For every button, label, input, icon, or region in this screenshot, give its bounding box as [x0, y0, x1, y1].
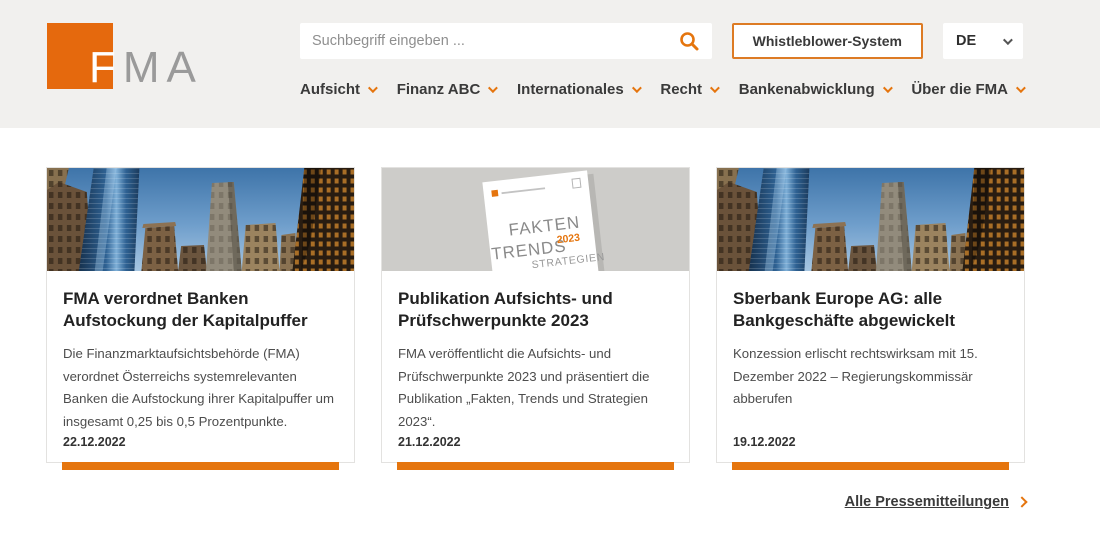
chevron-down-icon — [883, 83, 893, 93]
nav-item-finanz-abc[interactable]: Finanz ABC — [397, 81, 496, 98]
language-selector[interactable]: DE — [943, 23, 1023, 59]
card-teaser-text: Konzession erlischt rechtswirksam mit 15… — [733, 343, 1008, 411]
all-press-releases-link[interactable]: Alle Pressemitteilungen — [845, 494, 1026, 510]
city-buildings-image — [717, 168, 1024, 271]
news-card[interactable]: Sberbank Europe AG: alle Bankgeschäfte a… — [716, 167, 1025, 463]
search-input[interactable] — [312, 33, 678, 49]
nav-item-ueber-die-fma[interactable]: Über die FMA — [911, 81, 1023, 98]
news-cards: FMA verordnet Banken Aufstockung der Kap… — [46, 167, 1026, 463]
fma-logo-square: FMA — [47, 23, 113, 89]
chevron-down-icon — [1003, 35, 1013, 45]
card-accent-bar — [62, 462, 339, 470]
search-button[interactable] — [678, 30, 700, 52]
card-accent-bar — [397, 462, 674, 470]
card-teaser-text: Die Finanzmarktaufsichtsbehörde (FMA) ve… — [63, 343, 338, 434]
chevron-right-icon — [1016, 496, 1027, 507]
card-date: 21.12.2022 — [398, 435, 673, 449]
card-date: 19.12.2022 — [733, 435, 1008, 449]
card-title[interactable]: Publikation Aufsichts- und Prüfschwerpun… — [398, 288, 673, 333]
chevron-down-icon — [710, 83, 720, 93]
chevron-down-icon — [368, 83, 378, 93]
fma-logo-letters: FMA — [89, 43, 203, 93]
main-navigation: Aufsicht Finanz ABC Internationales Rech… — [300, 81, 1023, 98]
nav-item-recht[interactable]: Recht — [660, 81, 717, 98]
city-buildings-image — [47, 168, 354, 271]
chevron-down-icon — [1016, 83, 1026, 93]
news-card[interactable]: FMA verordnet Banken Aufstockung der Kap… — [46, 167, 355, 463]
card-title[interactable]: Sberbank Europe AG: alle Bankgeschäfte a… — [733, 288, 1008, 333]
nav-item-bankenabwicklung[interactable]: Bankenabwicklung — [739, 81, 890, 98]
news-card[interactable]: FAKTEN TRENDS 2023 STRATEGIEN Publikatio… — [381, 167, 690, 463]
fma-logo[interactable]: FMA — [47, 0, 237, 128]
nav-item-internationales[interactable]: Internationales — [517, 81, 639, 98]
whistleblower-button[interactable]: Whistleblower-System — [732, 23, 923, 59]
card-teaser-text: FMA veröffentlicht die Aufsichts- und Pr… — [398, 343, 673, 434]
card-accent-bar — [732, 462, 1009, 470]
card-title[interactable]: FMA verordnet Banken Aufstockung der Kap… — [63, 288, 338, 333]
site-header: FMA Whistleblower-System DE Auf — [0, 0, 1100, 128]
card-date: 22.12.2022 — [63, 435, 338, 449]
publication-cover-image: FAKTEN TRENDS 2023 STRATEGIEN — [382, 168, 689, 271]
nav-item-aufsicht[interactable]: Aufsicht — [300, 81, 375, 98]
chevron-down-icon — [488, 83, 498, 93]
language-selected: DE — [956, 33, 976, 49]
chevron-down-icon — [632, 83, 642, 93]
search-bar — [300, 23, 712, 59]
search-icon — [678, 30, 700, 52]
